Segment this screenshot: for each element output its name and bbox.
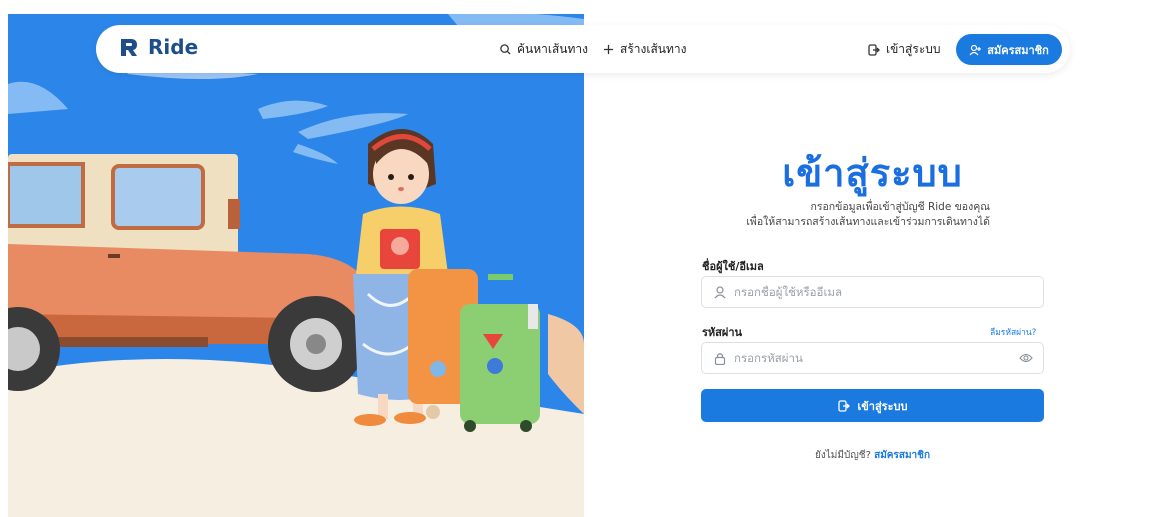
login-submit-label: เข้าสู่ระบบ [857,399,908,413]
illustration-art [8,14,584,517]
nav-search-label: ค้นหาเส้นทาง [517,42,589,56]
page-subtitle: กรอกข้อมูลเพื่อเข้าสู่บัญชี Ride ของคุณ … [700,200,990,230]
user-icon [714,285,726,298]
lock-icon [714,352,726,365]
username-label: ชื่อผู้ใช้/อีเมล [702,260,764,273]
no-account-text: ยังไม่มีบัญชี? [814,450,871,461]
page-title: เข้าสู่ระบบ [782,151,963,195]
login-page: Ride ค้นหาเส้นทาง สร้างเส้นทาง เข้าสู่ระ… [0,0,1149,517]
show-password-icon[interactable] [1019,352,1033,364]
brand-logo[interactable]: Ride [118,35,198,59]
add-user-icon [969,44,982,55]
password-label: รหัสผ่าน [702,326,743,339]
password-field[interactable] [701,342,1044,374]
login-icon [837,399,850,412]
username-field[interactable] [701,276,1044,308]
brand-name: Ride [148,35,199,59]
travel-illustration [8,14,584,517]
top-navbar: Ride ค้นหาเส้นทาง สร้างเส้นทาง เข้าสู่ระ… [96,25,1070,73]
forgot-password-link[interactable]: ลืมรหัสผ่าน? [990,325,1036,339]
nav-search-routes[interactable]: ค้นหาเส้นทาง [500,40,588,59]
login-submit-button[interactable]: เข้าสู่ระบบ [701,389,1044,422]
subtitle-line-1: กรอกข้อมูลเพื่อเข้าสู่บัญชี Ride ของคุณ [810,201,990,213]
ride-logo-icon [121,39,137,56]
password-input[interactable] [734,351,1043,365]
signup-button-label: สมัครสมาชิก [987,43,1049,57]
subtitle-line-2: เพื่อให้สามารถสร้างเส้นทางและเข้าร่วมการ… [746,216,990,228]
login-icon [868,43,880,56]
nav-create-label: สร้างเส้นทาง [620,42,687,56]
username-input[interactable] [734,285,1043,299]
search-icon [500,44,511,55]
plus-icon [603,44,614,55]
signup-link[interactable]: สมัครสมาชิก [874,450,930,461]
nav-login-link[interactable]: เข้าสู่ระบบ [868,40,941,59]
nav-login-label: เข้าสู่ระบบ [886,42,941,56]
signup-button[interactable]: สมัครสมาชิก [956,34,1062,65]
signup-prompt: ยังไม่มีบัญชี? สมัครสมาชิก [700,448,1045,463]
nav-create-route[interactable]: สร้างเส้นทาง [603,40,687,59]
